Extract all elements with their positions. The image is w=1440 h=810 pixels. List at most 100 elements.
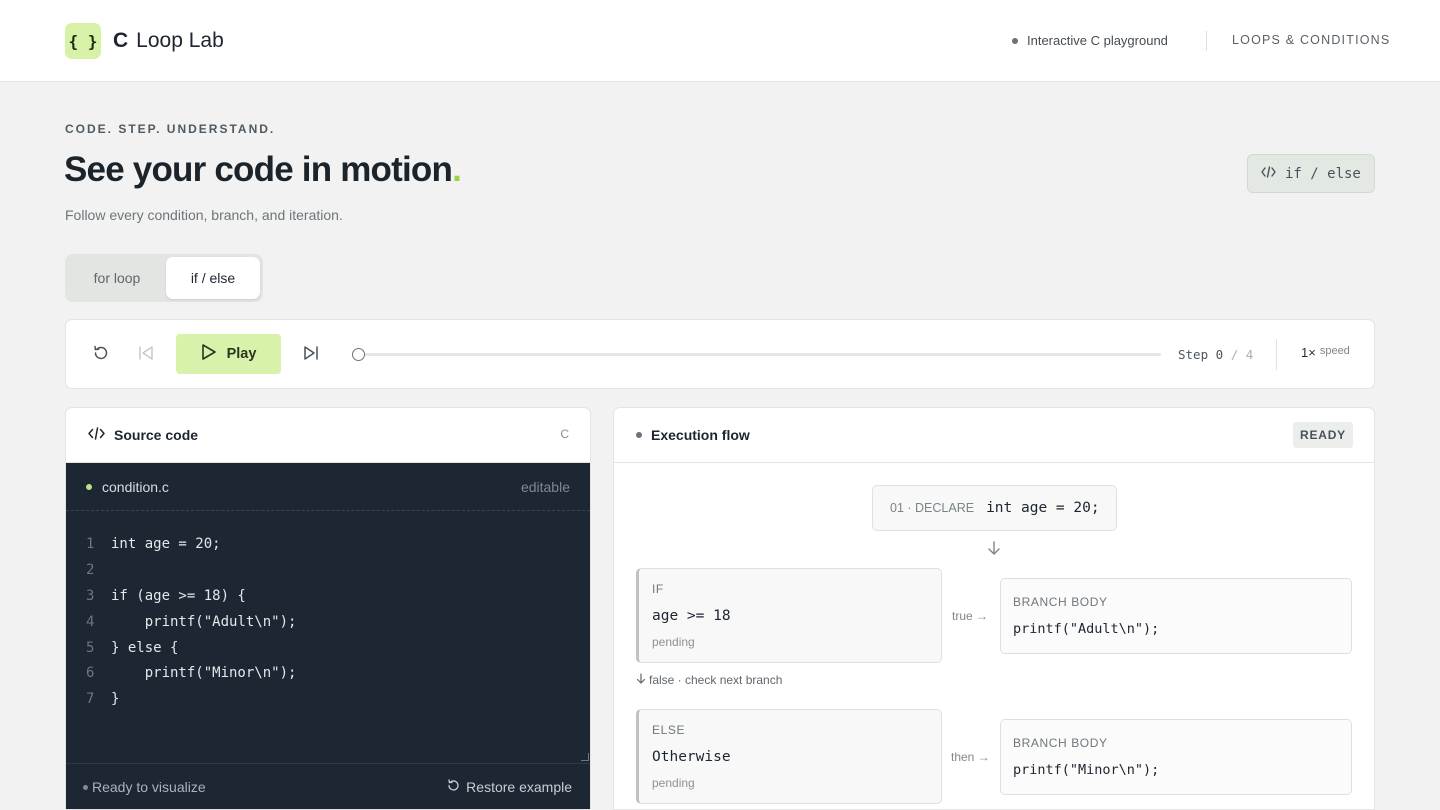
declare-node: 01 · DECLARE int age = 20; [872, 485, 1117, 531]
restore-icon [447, 779, 460, 795]
code-line: 7} [66, 691, 590, 717]
speed-value: 1× [1301, 345, 1316, 360]
mode-badge-label: if / else [1285, 165, 1361, 182]
declare-code: int age = 20; [986, 500, 1100, 516]
step-back-button[interactable] [135, 344, 157, 366]
controls-divider [1276, 339, 1277, 370]
play-button[interactable]: Play [176, 334, 281, 374]
else-body-code: printf("Minor\n"); [1013, 762, 1160, 778]
line-text: int age = 20; [111, 536, 221, 552]
if-expression: age >= 18 [652, 608, 731, 624]
hero-eyebrow: CODE. STEP. UNDERSTAND. [65, 122, 276, 136]
line-number: 4 [86, 613, 95, 630]
file-dot-icon [86, 484, 92, 490]
else-expression: Otherwise [652, 749, 731, 765]
file-mode: editable [520, 479, 570, 495]
editor-footer: Ready to visualize Restore example [66, 763, 590, 809]
editor-status-text: Ready to visualize [92, 779, 206, 795]
line-text: printf("Adult\n"); [111, 613, 297, 630]
brand-bold: C [113, 29, 129, 52]
speed-label: speed [1319, 345, 1350, 357]
line-number: 6 [86, 665, 95, 682]
step-forward-button[interactable] [300, 344, 322, 366]
language-label: C [560, 427, 569, 441]
top-bar: { } C Loop Lab Interactive C playground L… [0, 0, 1440, 82]
status-dot-icon [83, 784, 88, 790]
code-line: 4 printf("Adult\n"); [66, 614, 590, 640]
file-name: condition.c [86, 479, 169, 495]
code-line: 5 } else { [66, 640, 590, 666]
line-text: if (age >= 18) { [111, 587, 246, 604]
arrow-down-icon [636, 673, 646, 687]
true-edge-label: true → [952, 609, 989, 623]
restore-label: Restore example [466, 779, 572, 795]
flow-dot-icon [636, 432, 642, 438]
if-body-code: printf("Adult\n"); [1013, 621, 1160, 637]
false-branch-text: false · check next branch [649, 673, 783, 687]
then-edge-label: then → [951, 750, 990, 764]
line-text: } else { [111, 639, 179, 656]
status-badge: READY [1292, 422, 1353, 448]
page-title-accent: . [452, 150, 462, 189]
header-status-text: Interactive C playground [1027, 33, 1168, 48]
line-number: 2 [86, 561, 95, 578]
step-forward-icon [302, 344, 320, 367]
step-current: 0 [1215, 347, 1224, 362]
tab-for-loop[interactable]: for loop [68, 257, 166, 299]
step-total: 4 [1245, 347, 1254, 362]
source-title-text: Source code [114, 427, 199, 443]
resize-handle[interactable] [581, 753, 589, 761]
code-line: 6 printf("Minor\n"); [66, 665, 590, 691]
else-body-node: BRANCH BODY printf("Minor\n"); [1000, 719, 1352, 795]
arrow-down-icon [987, 540, 1001, 556]
step-prefix: Step [1178, 347, 1209, 362]
code-line: 1 int age = 20; [66, 536, 590, 562]
line-text: printf("Minor\n"); [111, 665, 297, 682]
step-back-icon [137, 344, 155, 367]
speed-control[interactable]: 1× speed [1301, 345, 1350, 360]
source-panel: Source code C condition.c editable 1 int … [65, 407, 591, 810]
restore-example-button[interactable]: Restore example [447, 779, 572, 795]
file-name-text: condition.c [102, 479, 169, 495]
logo-icon: { } [65, 23, 101, 59]
header-divider [1206, 31, 1207, 51]
else-state: pending [652, 776, 695, 790]
page-subtitle: Follow every condition, branch, and iter… [65, 207, 343, 223]
flow-panel-header: Execution flow READY [614, 408, 1374, 463]
code-editor[interactable]: condition.c editable 1 int age = 20; 2 3i… [66, 463, 590, 809]
page-title-text: See your code in motion [64, 150, 453, 189]
reset-icon [92, 344, 110, 367]
progress-slider-handle[interactable] [352, 348, 365, 361]
if-state: pending [652, 635, 695, 649]
flow-panel-title: Execution flow [636, 427, 750, 443]
if-node: IF age >= 18 pending [636, 568, 942, 663]
page-title: See your code in motion. [64, 150, 462, 190]
if-kind: IF [652, 582, 664, 596]
else-node: ELSE Otherwise pending [636, 709, 942, 804]
line-number: 3 [86, 587, 95, 604]
progress-track[interactable] [358, 353, 1161, 356]
line-number: 5 [86, 639, 95, 656]
section-tag: LOOPS & CONDITIONS [1232, 33, 1391, 47]
file-bar: condition.c editable [66, 463, 590, 511]
flow-title-text: Execution flow [651, 427, 750, 443]
reset-button[interactable] [90, 344, 112, 366]
brand-rest: Loop Lab [136, 29, 224, 52]
code-line: 3 if (age >= 18) { [66, 588, 590, 614]
declare-kind: 01 · DECLARE [890, 501, 975, 515]
else-body-kind: BRANCH BODY [1013, 736, 1108, 750]
else-kind: ELSE [652, 723, 686, 737]
execution-flow-panel: Execution flow READY 01 · DECLARE int ag… [613, 407, 1375, 810]
source-panel-title: Source code [88, 427, 198, 443]
tab-if-else[interactable]: if / else [165, 257, 260, 299]
play-label: Play [226, 346, 257, 362]
code-icon [88, 427, 105, 443]
code-line: 2 [66, 562, 590, 588]
play-icon [201, 343, 217, 365]
brand-name[interactable]: C Loop Lab [113, 29, 224, 53]
step-counter: Step 0 / 4 [1178, 347, 1253, 362]
code-icon [1261, 165, 1276, 182]
code-lines[interactable]: 1 int age = 20; 2 3 if (age >= 18) { 4 pri… [66, 536, 590, 717]
if-body-kind: BRANCH BODY [1013, 595, 1108, 609]
source-panel-header: Source code C [66, 408, 590, 463]
